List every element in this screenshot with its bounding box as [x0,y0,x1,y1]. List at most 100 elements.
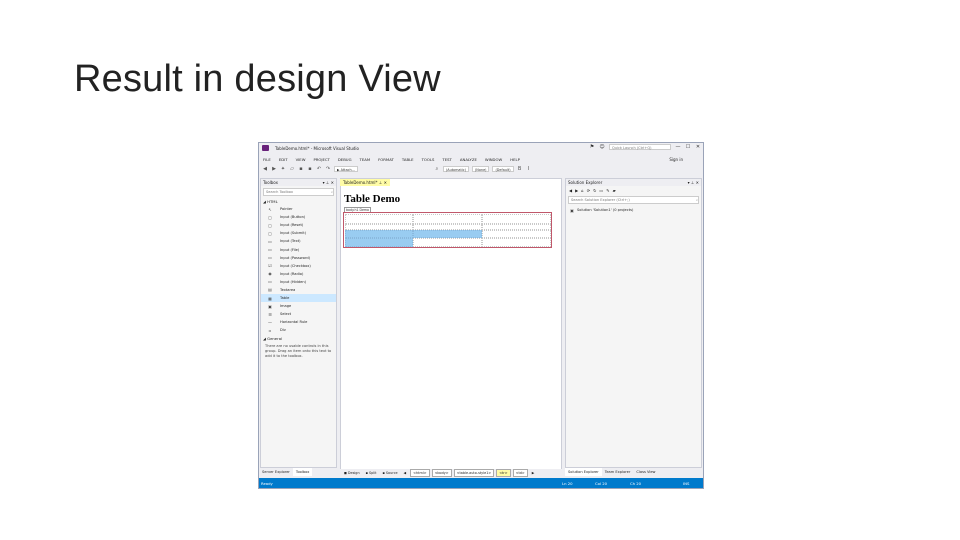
toolbox-item[interactable]: ▤ Textarea [261,286,336,294]
tab-tabledemo-html[interactable]: TableDemo.html* ⊥ ✕ [340,179,390,186]
quick-launch-input[interactable]: Quick Launch (Ctrl+Q) [609,144,671,150]
table-cell[interactable] [482,230,551,238]
toolbox-item[interactable]: ▢ Input (Button) [261,213,336,221]
design-surface[interactable]: Table Demo body.h1 Demo [343,189,559,464]
menu-format[interactable]: FORMAT [374,157,398,162]
menu-project[interactable]: PROJECT [309,157,333,162]
menu-table[interactable]: TABLE [398,157,418,162]
tab-team-explorer[interactable]: Team Explorer [601,468,634,476]
toolbox-item[interactable]: ↖ Pointer [261,205,336,213]
minimize-button[interactable]: — [675,144,681,150]
input-radio-icon: ◉ [268,271,272,277]
none-select[interactable]: (None) [471,166,490,172]
toolbox-item[interactable]: ▭ Input (Password) [261,254,336,262]
notifications-icon[interactable]: ⚑ [589,144,595,150]
toolbox-item[interactable]: ▢ Input (Submit) [261,229,336,237]
breadcrumb[interactable]: <td> [512,469,528,477]
undo-icon[interactable]: ↶ [316,166,322,172]
toolbox-item[interactable]: ◉ Input (Radio) [261,270,336,278]
toolbox-search-input[interactable]: Search Toolbox ⌕ [263,188,334,196]
breadcrumb[interactable]: <tr> [496,469,511,477]
tab-solution-explorer[interactable]: Solution Explorer [565,468,602,476]
toolbox-item[interactable]: ▭ Input (File) [261,245,336,253]
sign-in-link[interactable]: Sign in [669,157,683,162]
toolbox-item[interactable]: ☰ Select [261,310,336,318]
table-cell[interactable] [482,214,551,224]
toolbox-item[interactable]: ▫ Div [261,326,336,334]
back-icon[interactable]: ◀ [569,188,572,193]
toolbox-item[interactable]: — Horizontal Rule [261,318,336,326]
page-heading[interactable]: Table Demo [344,193,400,205]
toolbox-group-general[interactable]: ◢ General [261,335,336,342]
toolbox-item-selected[interactable]: ▦ Table [261,294,336,303]
status-column: Col 20 [595,480,608,486]
menu-analyze[interactable]: ANALYZE [456,157,481,162]
split-view-tab[interactable]: ▪ Split [364,470,379,476]
collapse-icon[interactable]: ▭ [599,188,603,193]
forward-icon[interactable]: ▶ [271,166,277,172]
toolbox-item[interactable]: ☑ Input (Checkbox) [261,262,336,270]
save-icon[interactable]: ▪ [298,166,304,172]
maximize-button[interactable]: ☐ [685,144,691,150]
solution-node[interactable]: ▣ Solution 'Solution1' (0 projects) [566,206,701,214]
home-icon[interactable]: ⌂ [581,188,584,193]
toolbox-item[interactable]: ▣ Image [261,302,336,310]
refresh-icon[interactable]: ↻ [593,188,596,193]
right-arrow-icon[interactable]: ▶ [530,470,537,476]
search-icon: ⌕ [695,198,698,202]
table-cell[interactable] [345,214,413,224]
forward-icon[interactable]: ▶ [575,188,578,193]
toolbox-item[interactable]: ▭ Input (Text) [261,237,336,245]
menu-test[interactable]: TEST [438,157,455,162]
breadcrumb[interactable]: <body> [431,469,452,477]
automatic-select[interactable]: (Automatic) [442,166,469,172]
feedback-icon[interactable]: ☺ [599,144,605,150]
menu-view[interactable]: VIEW [292,157,310,162]
design-view-tab[interactable]: ◼ Design [342,470,362,476]
table-cell[interactable] [413,238,482,247]
menu-help[interactable]: HELP [506,157,524,162]
table-cell-selected[interactable] [413,230,482,238]
table-cell[interactable] [413,214,482,224]
sync-icon[interactable]: ⟳ [587,188,590,193]
source-view-tab[interactable]: ▪ Source [381,470,400,476]
solution-search-input[interactable]: Search Solution Explorer (Ctrl+;) ⌕ [568,196,699,204]
bold-icon[interactable]: B [517,166,523,172]
find-icon[interactable]: ⌕ [434,166,440,172]
italic-icon[interactable]: I [526,166,532,172]
menu-tools[interactable]: TOOLS [418,157,439,162]
open-file-icon[interactable]: ▱ [289,166,295,172]
input-text-icon: ▭ [268,238,272,244]
html-table[interactable] [343,212,552,248]
toolbox-item[interactable]: ▭ Input (Hidden) [261,278,336,286]
menu-team[interactable]: TEAM [356,157,375,162]
tab-class-view[interactable]: Class View [633,468,659,476]
toolbox-item[interactable]: ▢ Input (Reset) [261,221,336,229]
table-cell-selected[interactable] [345,238,413,247]
breadcrumb[interactable]: <table.auto-style1> [453,469,495,477]
menu-edit[interactable]: EDIT [275,157,292,162]
table-cell[interactable] [482,238,551,247]
breadcrumb[interactable]: <html> [410,469,430,477]
pin-icon[interactable]: ▾ ⊥ ✕ [323,180,334,185]
pin-icon[interactable]: ▾ ⊥ ✕ [688,180,699,185]
default-select[interactable]: (Default) [492,166,514,172]
menu-debug[interactable]: DEBUG [334,157,356,162]
preview-icon[interactable]: ▰ [613,188,616,193]
tab-toolbox[interactable]: Toolbox [292,468,313,476]
attach-button[interactable]: ▶ Attach... [334,166,358,172]
close-button[interactable]: ✕ [695,144,701,150]
menu-window[interactable]: WINDOW [481,157,506,162]
back-icon[interactable]: ◀ [262,166,268,172]
new-project-icon[interactable]: ✦ [280,166,286,172]
left-arrow-icon[interactable]: ◀ [402,470,409,476]
table-cell-selected[interactable] [345,230,413,238]
properties-icon[interactable]: ✎ [606,188,609,193]
menu-file[interactable]: FILE [259,157,275,162]
redo-icon[interactable]: ↷ [325,166,331,172]
tab-server-explorer[interactable]: Server Explorer [259,468,293,476]
toolbox-item-label: Image [280,304,292,309]
toolbox-group-html[interactable]: ◢ HTML [261,198,336,205]
save-all-icon[interactable]: ▪ [307,166,313,172]
close-tab-icon[interactable]: ⊥ ✕ [379,180,387,185]
